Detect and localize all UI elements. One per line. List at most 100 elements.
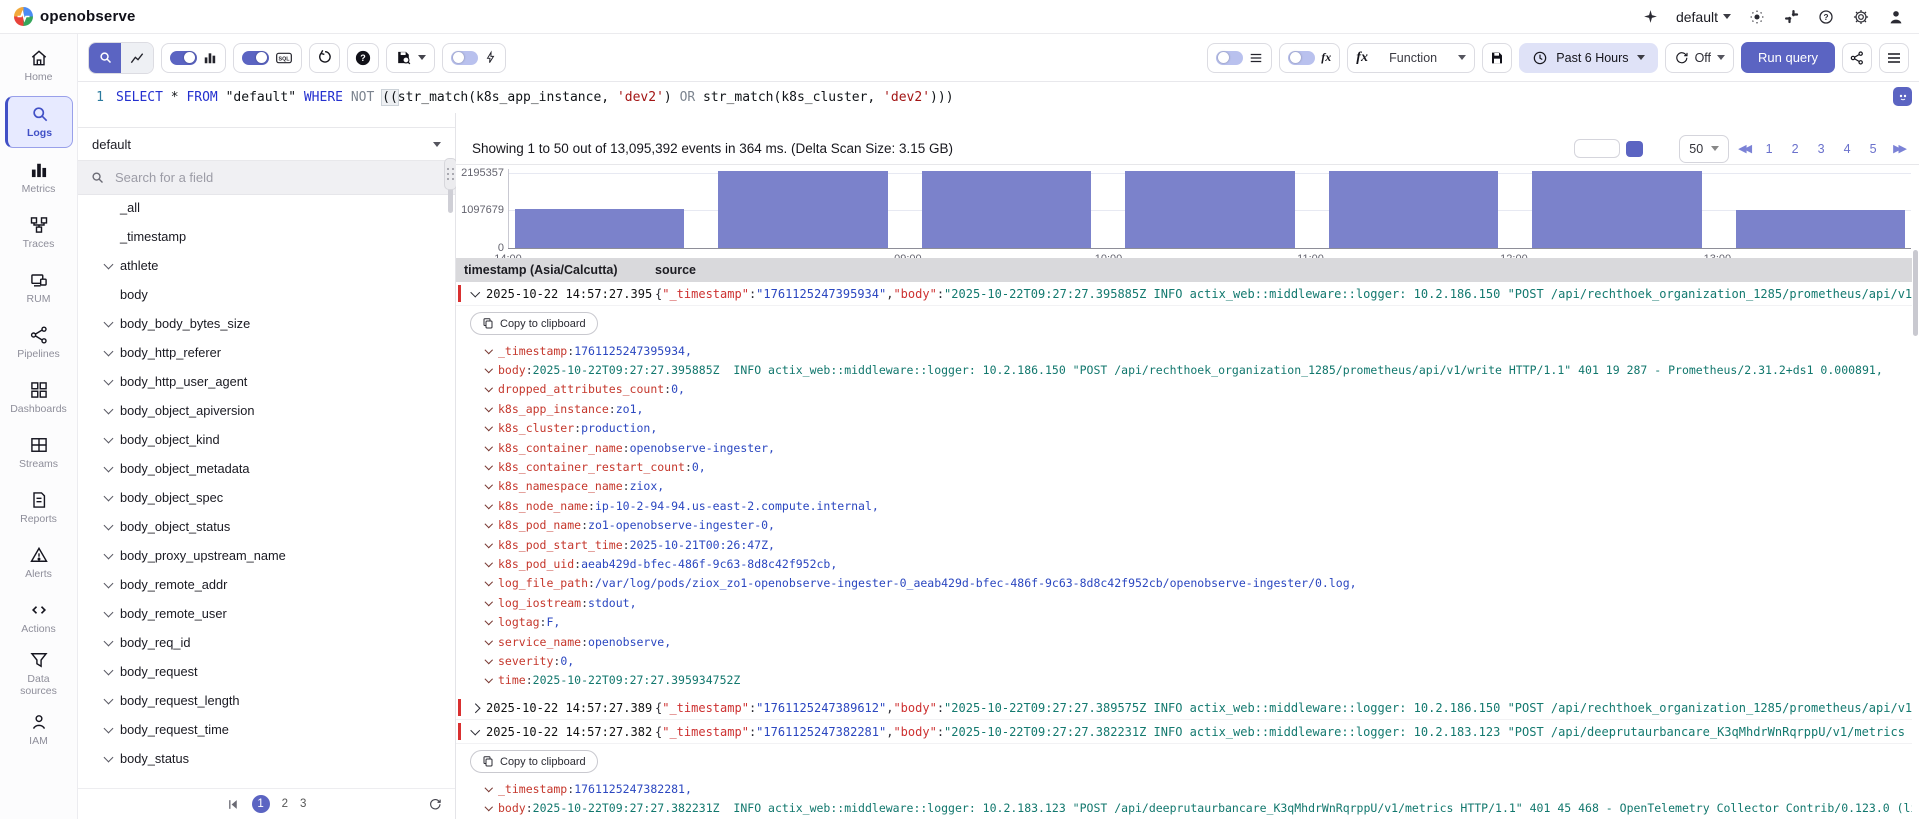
log-detail-line[interactable]: k8s_container_name:openobserve-ingester, bbox=[456, 438, 1912, 457]
log-detail-line[interactable]: k8s_pod_uid:aeab429d-bfec-486f-9c63-8d8c… bbox=[456, 554, 1912, 573]
field-row[interactable]: body_http_referer bbox=[78, 338, 455, 367]
nav-item-logs[interactable]: Logs bbox=[5, 96, 73, 148]
field-search[interactable] bbox=[78, 161, 455, 195]
nav-item-data-sources[interactable]: Data sources bbox=[7, 648, 71, 699]
field-row[interactable]: body bbox=[78, 280, 455, 309]
field-row[interactable]: body_object_spec bbox=[78, 483, 455, 512]
more-menu-button[interactable] bbox=[1879, 43, 1909, 73]
function-switch[interactable] bbox=[1288, 51, 1315, 65]
nav-item-actions[interactable]: Actions bbox=[7, 593, 71, 643]
chart-mode-button[interactable] bbox=[121, 43, 153, 73]
save-function-button[interactable] bbox=[1482, 43, 1512, 73]
first-page-icon[interactable] bbox=[227, 799, 240, 810]
log-detail-line[interactable]: body:2025-10-22T09:27:27.395885Z INFO ac… bbox=[456, 360, 1912, 379]
time-range-selector[interactable]: Past 6 Hours bbox=[1519, 43, 1657, 73]
fields-page-2[interactable]: 2 bbox=[282, 798, 288, 810]
field-row[interactable]: body_object_kind bbox=[78, 425, 455, 454]
log-row[interactable]: 2025-10-22 14:57:27.395 {"_timestamp":"1… bbox=[456, 282, 1912, 306]
field-row[interactable]: body_remote_user bbox=[78, 599, 455, 628]
slack-icon[interactable] bbox=[1783, 8, 1800, 25]
chevron-down-icon[interactable] bbox=[468, 727, 486, 737]
field-row[interactable]: body_body_bytes_size bbox=[78, 309, 455, 338]
sql-mode-toggle[interactable]: SQL bbox=[233, 43, 302, 73]
page-button[interactable]: 4 bbox=[1836, 137, 1858, 161]
page-button[interactable]: 5 bbox=[1862, 137, 1884, 161]
log-detail-line[interactable]: k8s_pod_start_time:2025-10-21T00:26:47Z, bbox=[456, 535, 1912, 554]
log-detail-line[interactable]: service_name:openobserve, bbox=[456, 632, 1912, 651]
chevron-right-icon[interactable] bbox=[468, 703, 486, 713]
histogram-toggle-switch[interactable] bbox=[170, 51, 197, 65]
log-detail-line[interactable]: k8s_node_name:ip-10-2-94-94.us-east-2.co… bbox=[456, 496, 1912, 515]
nav-item-metrics[interactable]: Metrics bbox=[7, 153, 71, 203]
field-row[interactable]: body_http_user_agent bbox=[78, 367, 455, 396]
log-detail-line[interactable]: k8s_pod_name:zo1-openobserve-ingester-0, bbox=[456, 516, 1912, 535]
field-row[interactable]: body_status bbox=[78, 744, 455, 773]
histogram-plot[interactable] bbox=[508, 169, 1911, 248]
log-detail-line[interactable]: _timestamp:1761125247395934, bbox=[456, 341, 1912, 360]
help-icon[interactable]: ? bbox=[1817, 8, 1835, 26]
theme-toggle-icon[interactable] bbox=[1748, 8, 1766, 26]
query-editor[interactable]: 1 SELECT * FROM "default" WHERE NOT ((st… bbox=[78, 82, 1919, 114]
log-detail-line[interactable]: body:2025-10-22T09:27:27.382231Z INFO ac… bbox=[456, 798, 1912, 817]
field-row[interactable]: body_request_time bbox=[78, 715, 455, 744]
log-detail-line[interactable]: time:2025-10-22T09:27:27.395934752Z bbox=[456, 671, 1912, 690]
user-profile-icon[interactable] bbox=[1887, 8, 1905, 26]
field-row[interactable]: _timestamp bbox=[78, 222, 455, 251]
auto-refresh-selector[interactable]: Off bbox=[1665, 43, 1734, 73]
copy-to-clipboard-button[interactable]: Copy to clipboard bbox=[470, 750, 598, 773]
page-size-selector[interactable]: 50 bbox=[1679, 135, 1729, 163]
field-row[interactable]: athlete bbox=[78, 251, 455, 280]
log-detail-line[interactable]: k8s_app_instance:zo1, bbox=[456, 399, 1912, 418]
sql-mode-switch[interactable] bbox=[242, 51, 269, 65]
run-query-button[interactable]: Run query bbox=[1741, 42, 1835, 73]
function-toggle[interactable]: fx bbox=[1279, 43, 1340, 73]
page-button[interactable]: 1 bbox=[1758, 137, 1780, 161]
field-row[interactable]: body_remote_addr bbox=[78, 570, 455, 599]
page-button[interactable]: 3 bbox=[1810, 137, 1832, 161]
copy-to-clipboard-button[interactable]: Copy to clipboard bbox=[470, 312, 598, 335]
log-detail-line[interactable]: _timestamp:1761125247382281, bbox=[456, 779, 1912, 798]
histogram-settings-button[interactable] bbox=[1574, 139, 1620, 158]
chevron-down-icon[interactable] bbox=[468, 289, 486, 299]
fields-page-3[interactable]: 3 bbox=[300, 798, 306, 810]
ai-assistant-button[interactable] bbox=[1893, 87, 1912, 106]
nav-item-pipelines[interactable]: Pipelines bbox=[7, 318, 71, 368]
histogram-toggle[interactable] bbox=[161, 43, 226, 73]
log-detail-line[interactable]: log_file_path:/var/log/pods/ziox_zo1-ope… bbox=[456, 574, 1912, 593]
log-detail-line[interactable]: k8s_cluster:production, bbox=[456, 419, 1912, 438]
quick-mode-toggle[interactable] bbox=[442, 43, 506, 73]
log-row[interactable]: 2025-10-22 14:57:27.382 {"_timestamp":"1… bbox=[456, 720, 1912, 744]
search-mode-button[interactable] bbox=[89, 43, 121, 73]
org-selector[interactable]: default bbox=[1676, 9, 1731, 25]
field-row[interactable]: body_object_metadata bbox=[78, 454, 455, 483]
nav-item-alerts[interactable]: Alerts bbox=[7, 538, 71, 588]
log-detail-line[interactable]: log_iostream:stdout, bbox=[456, 593, 1912, 612]
field-row[interactable]: body_proxy_upstream_name bbox=[78, 541, 455, 570]
field-row[interactable]: body_req_id bbox=[78, 628, 455, 657]
log-detail-line[interactable]: k8s_namespace_name:ziox, bbox=[456, 477, 1912, 496]
reset-filters-button[interactable] bbox=[309, 43, 340, 73]
log-detail-line[interactable]: logtag:F, bbox=[456, 612, 1912, 631]
saved-searches-button[interactable] bbox=[386, 43, 435, 73]
next-pages-icon[interactable]: ▶▶ bbox=[1890, 142, 1907, 155]
histogram-color-swatch[interactable] bbox=[1626, 141, 1643, 157]
stream-selector[interactable]: default bbox=[78, 127, 455, 161]
page-button[interactable]: 2 bbox=[1784, 137, 1806, 161]
previous-pages-icon[interactable]: ◀◀ bbox=[1735, 142, 1752, 155]
log-detail-line[interactable]: k8s_container_restart_count:0, bbox=[456, 457, 1912, 476]
nav-item-home[interactable]: Home bbox=[7, 41, 71, 91]
log-detail-line[interactable]: severity:0, bbox=[456, 651, 1912, 670]
field-row[interactable]: _all bbox=[78, 193, 455, 222]
field-search-input[interactable] bbox=[113, 169, 417, 186]
field-row[interactable]: body_object_status bbox=[78, 512, 455, 541]
refresh-fields-icon[interactable] bbox=[428, 797, 442, 811]
nav-item-rum[interactable]: RUM bbox=[7, 263, 71, 313]
share-link-button[interactable] bbox=[1842, 43, 1872, 73]
nav-item-traces[interactable]: Traces bbox=[7, 208, 71, 258]
log-detail-line[interactable]: dropped_attributes_count:0, bbox=[456, 380, 1912, 399]
query-text[interactable]: SELECT * FROM "default" WHERE NOT ((str_… bbox=[116, 90, 954, 105]
field-row[interactable]: body_request_length bbox=[78, 686, 455, 715]
field-row[interactable]: body_request bbox=[78, 657, 455, 686]
log-row[interactable]: 2025-10-22 14:57:27.389 {"_timestamp":"1… bbox=[456, 696, 1912, 720]
results-scrollbar-thumb[interactable] bbox=[1913, 250, 1918, 336]
